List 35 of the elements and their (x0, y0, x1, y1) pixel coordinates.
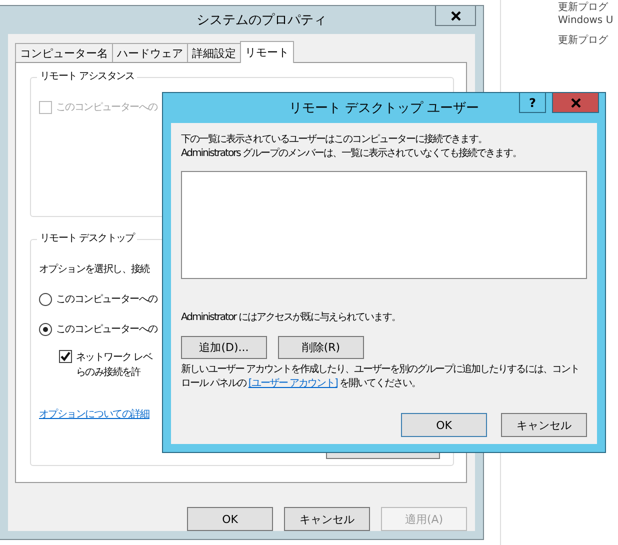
group-title: リモート アシスタンス (37, 69, 138, 83)
note-text: 新しいユーザー アカウントを作成したり、ユーザーを別のグループに追加したりするには、コントロール パネルの [ユーザー アカウント] を開いてください。 (181, 363, 580, 391)
description-text: 下の一覧に表示されているユーザーはこのコンピューターに接続できます。 (181, 133, 487, 147)
close-icon (450, 10, 462, 20)
action-button[interactable]: 追加(D)... (181, 336, 267, 359)
group-title: リモート デスクトップ (37, 231, 138, 245)
checkbox-label: らのみ接続を許 (76, 366, 142, 380)
radio-button[interactable] (39, 322, 52, 336)
checkbox[interactable] (59, 350, 72, 363)
dialog-button[interactable]: OK (187, 507, 273, 531)
user-list[interactable] (181, 171, 587, 279)
action-button[interactable]: 削除(R) (278, 336, 364, 359)
dialog-button[interactable]: キャンセル (284, 507, 370, 531)
window-title: システムのプロパティ (196, 12, 326, 29)
radio-label: このコンピューターへの (56, 293, 158, 306)
dialog-button[interactable]: OK (401, 413, 487, 437)
list-text: 更新プログ (558, 34, 608, 47)
close-button[interactable] (435, 6, 476, 26)
list-text: Windows U (558, 15, 614, 26)
checkbox-label: ネットワーク レベ (76, 351, 152, 365)
user-accounts-link[interactable]: [ユーザー アカウント] (248, 378, 338, 389)
tab[interactable]: リモート (240, 41, 294, 63)
radio-button[interactable] (39, 292, 52, 306)
close-icon (570, 98, 582, 108)
list-text: 更新プログ (558, 0, 608, 14)
description-text: Administrators グループのメンバーは、一覧に表示されていなくても接続できます。 (181, 147, 522, 161)
tab[interactable]: コンピューター名 (15, 43, 113, 62)
radio-label: このコンピューターへの (56, 323, 158, 336)
dialog-button[interactable]: キャンセル (501, 413, 587, 437)
instruction-text: オプションを選択し、接続 (39, 262, 150, 276)
help-button[interactable]: ? (519, 93, 546, 113)
checkbox-label: このコンピューターへの (56, 101, 158, 114)
status-text: Administrator にはアクセスが既に与えられています。 (181, 310, 402, 324)
details-link[interactable]: オプションについての詳細 (39, 407, 150, 421)
dialog-title: リモート デスクトップ ユーザー (288, 100, 480, 117)
